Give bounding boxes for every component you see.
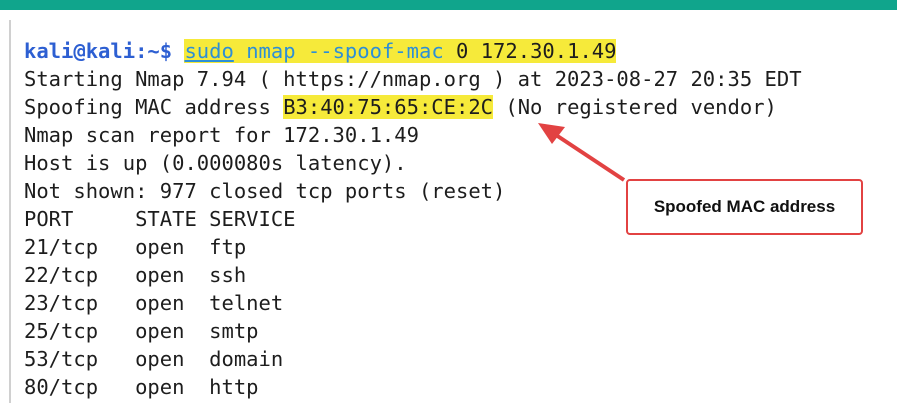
callout-arrow-line (554, 133, 626, 182)
callout-arrow-head (538, 123, 565, 144)
callout-label: Spoofed MAC address (626, 179, 863, 235)
screenshot-frame: kali@kali:~$ sudo nmap --spoof-mac 0 172… (0, 0, 897, 403)
